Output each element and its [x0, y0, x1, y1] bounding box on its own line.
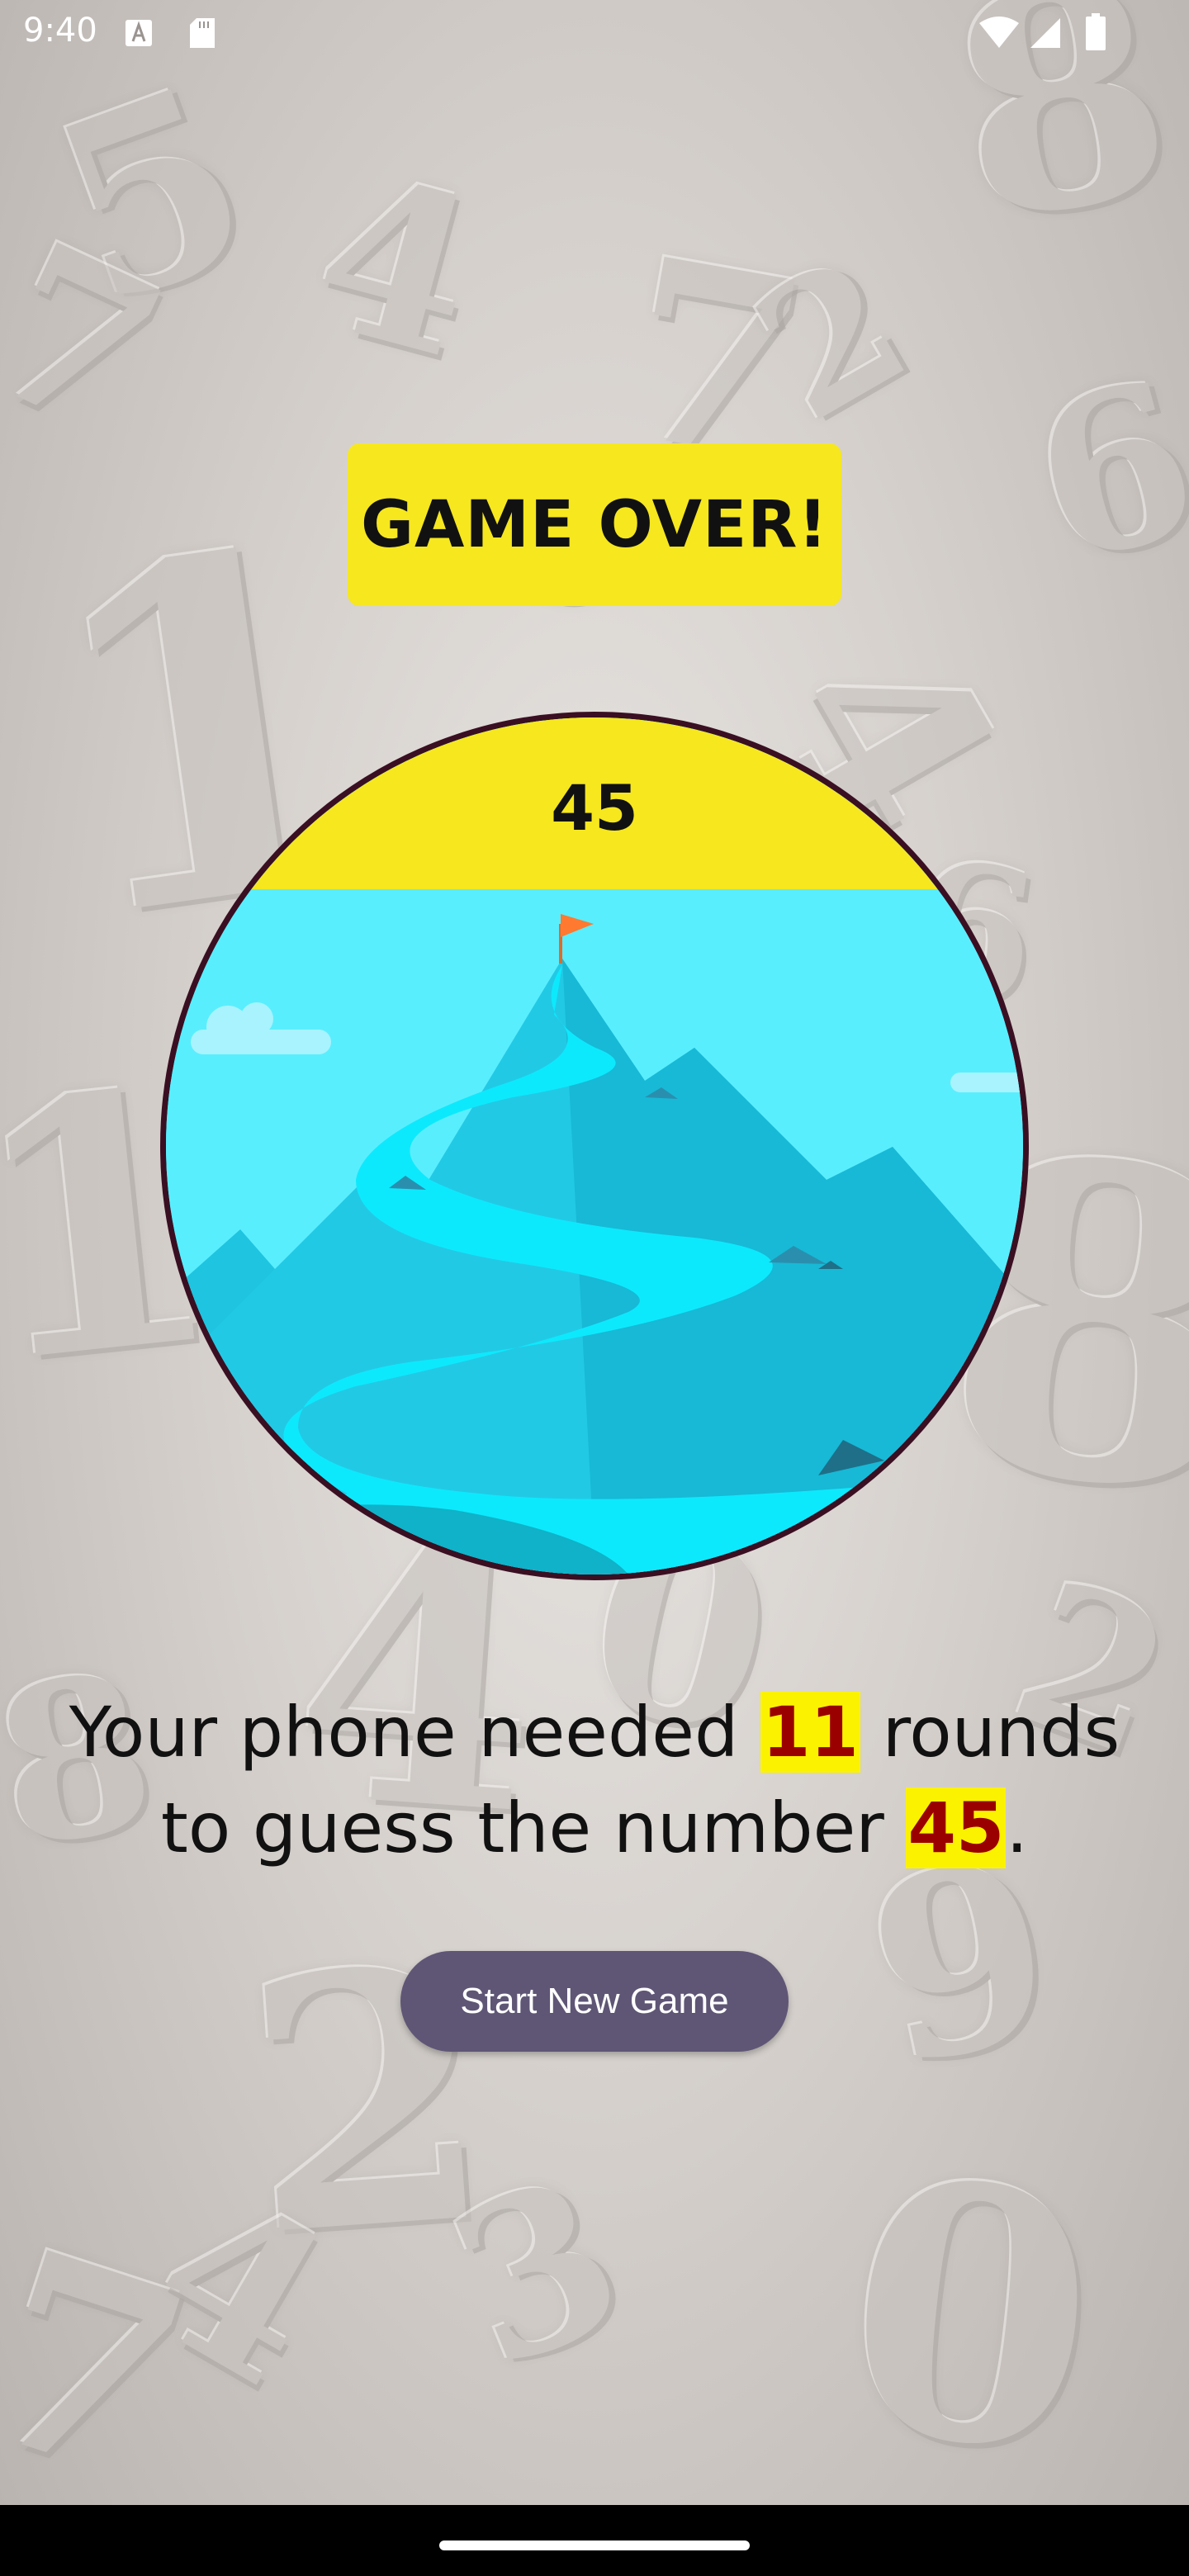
bg-digit: 7 [0, 195, 196, 486]
home-gesture-handle[interactable] [439, 2540, 750, 2550]
sd-card-icon [188, 17, 216, 53]
game-over-title: GAME OVER! [361, 487, 828, 562]
font-icon [124, 18, 154, 51]
result-illustration: 45 [160, 712, 1029, 1580]
summary-suffix: . [1006, 1788, 1029, 1868]
bg-digit: 4 [291, 125, 502, 408]
result-summary: Your phone needed 11 rounds to guess the… [66, 1684, 1123, 1876]
target-number: 45 [906, 1788, 1007, 1868]
rounds-count: 11 [760, 1692, 860, 1773]
bg-digit: 0 [830, 2102, 1113, 2532]
status-time: 9:40 [23, 12, 97, 50]
guessed-number-band: 45 [166, 717, 1023, 889]
wifi-icon [979, 17, 1019, 53]
summary-prefix: Your phone needed [69, 1692, 760, 1773]
start-new-game-button[interactable]: Start New Game [400, 1951, 789, 2052]
bg-digit: 3 [420, 2128, 654, 2417]
bg-digit: 4 [111, 2143, 368, 2436]
bg-digit: 5 [21, 28, 283, 362]
guessed-number: 45 [551, 770, 638, 845]
cell-signal-icon [1029, 17, 1062, 53]
bg-digit: 7 [0, 2191, 220, 2544]
bg-digit: 6 [1010, 331, 1189, 614]
bg-digit: 2 [722, 214, 940, 462]
game-over-banner: GAME OVER! [348, 443, 841, 606]
battery-icon [1085, 13, 1106, 54]
status-bar: 9:40 [0, 0, 1189, 69]
